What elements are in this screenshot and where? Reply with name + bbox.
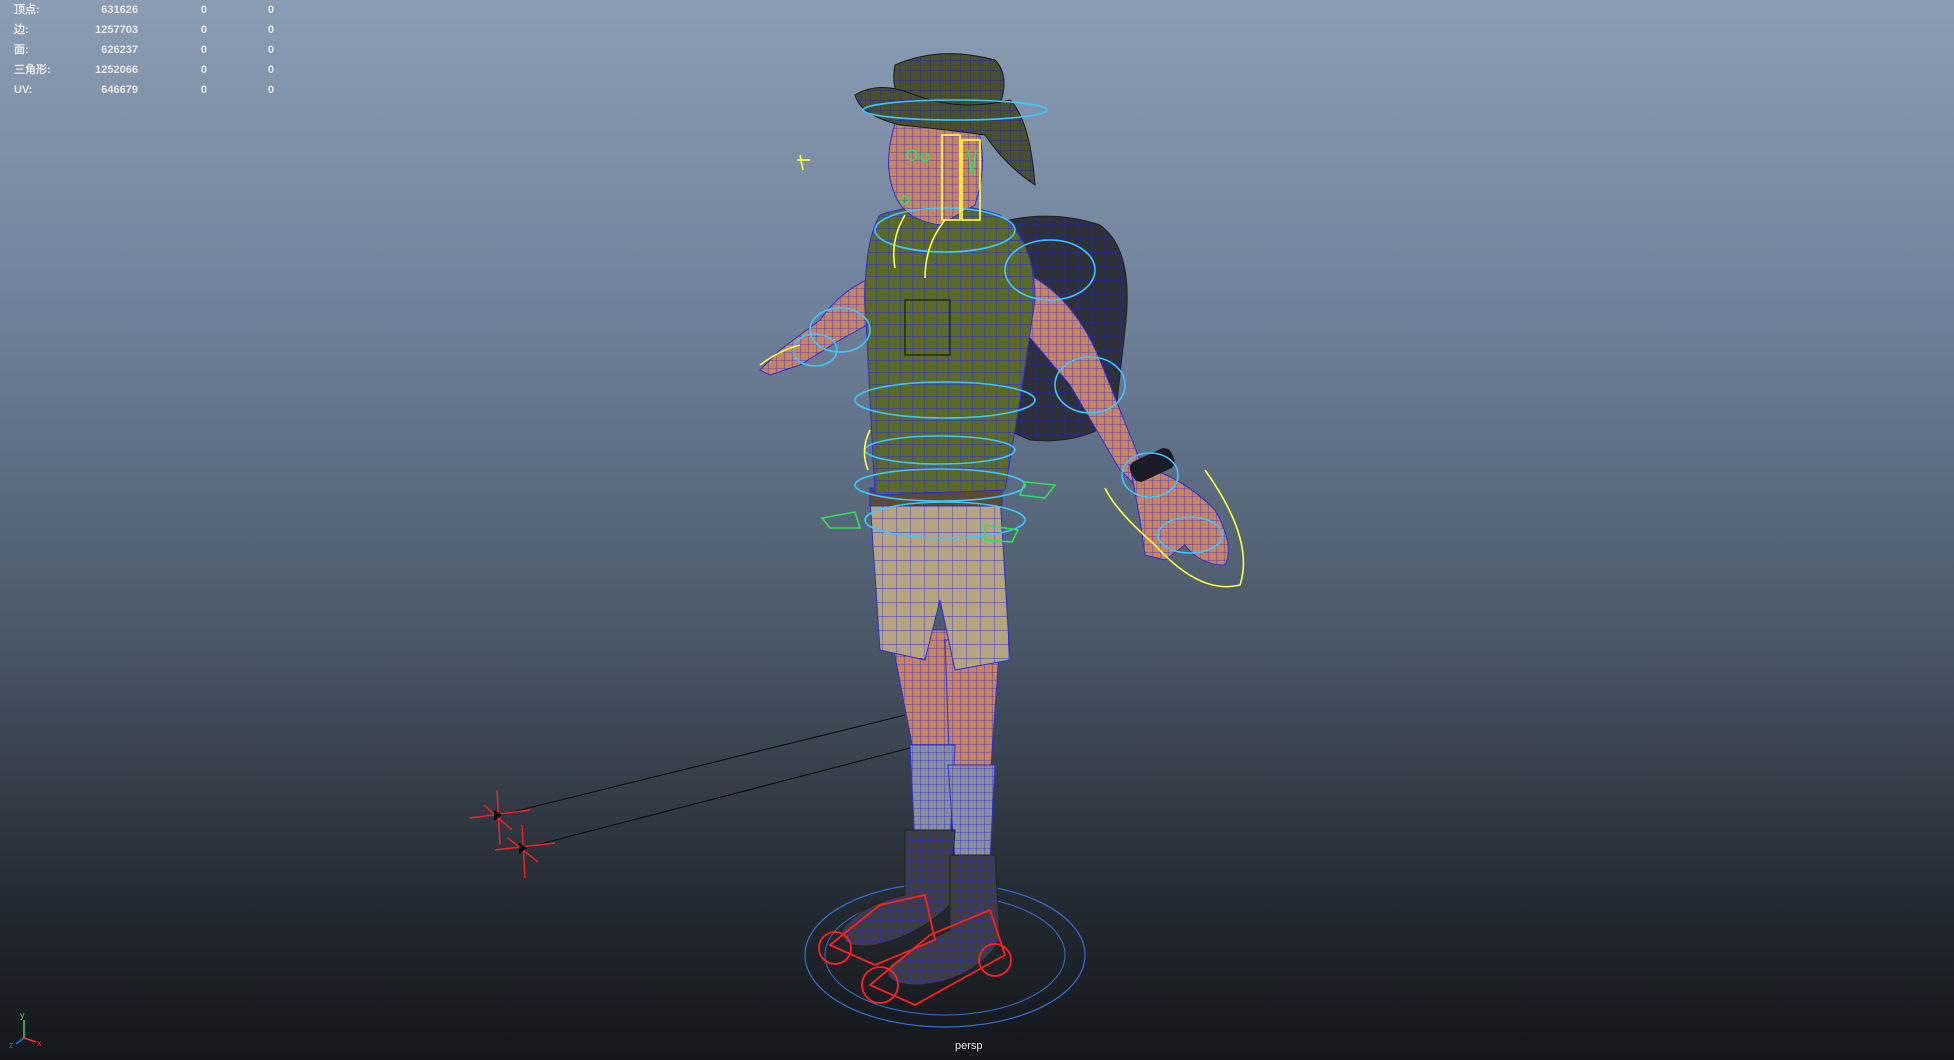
axis-gizmo: y x z: [9, 1010, 42, 1050]
axis-x-label: x: [37, 1038, 42, 1048]
maya-viewport[interactable]: 顶点: 631626 0 0 边: 1257703 0 0 面: 626237 …: [0, 0, 1954, 1060]
shirt-mesh[interactable]: [864, 204, 1036, 496]
axis-z-label: z: [9, 1040, 14, 1050]
axis-y-label: y: [20, 1010, 25, 1020]
camera-name-label: persp: [955, 1040, 983, 1052]
character-rig-scene[interactable]: [0, 0, 1954, 1060]
knee-pole-vectors[interactable]: [469, 714, 911, 879]
